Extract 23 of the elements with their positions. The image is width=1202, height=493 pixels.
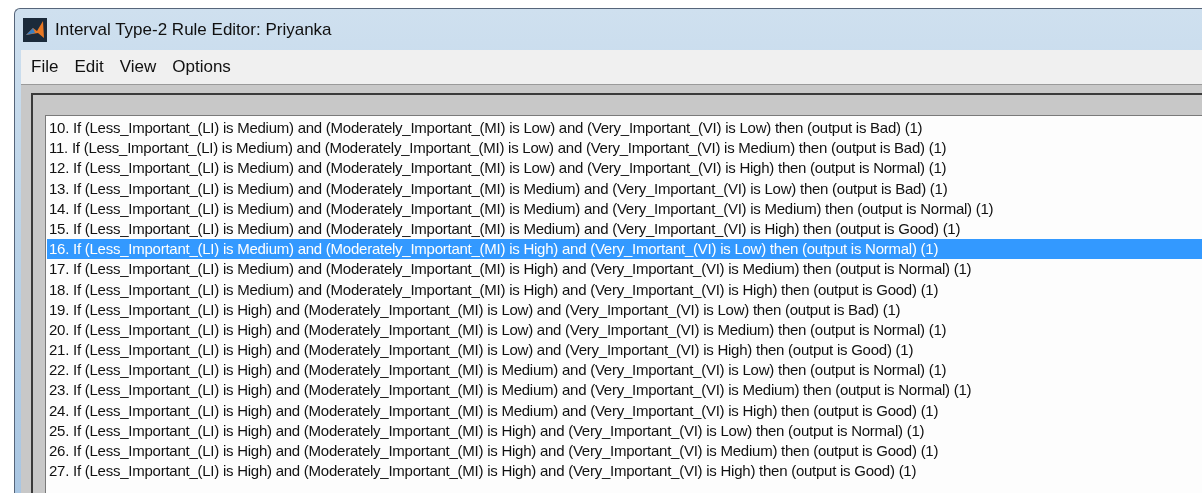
rule-item[interactable]: 24. If (Less_Important_(LI) is High) and (Moderately_Important_(MI) is Medium) and (Very_Important_(VI) is High) then (output is Good) (1) <box>47 400 1202 421</box>
rule-item[interactable]: 27. If (Less_Important_(LI) is High) and (Moderately_Important_(MI) is High) and (Very_Important_(VI) is High) then (output is Good) (1) <box>47 461 1202 482</box>
menu-item[interactable]: View <box>119 57 157 77</box>
menu-item[interactable]: Edit <box>74 57 104 77</box>
rule-item[interactable]: 26. If (Less_Important_(LI) is High) and (Moderately_Important_(MI) is High) and (Very_Important_(VI) is Medium) then (output is Good) (1) <box>47 441 1202 462</box>
rule-item[interactable]: 11. If (Less_Important_(LI) is Medium) and (Moderately_Important_(MI) is Low) and (Very_Important_(VI) is Medium) then (output is Bad) (1) <box>47 138 1202 159</box>
rule-item[interactable]: 15. If (Less_Important_(LI) is Medium) and (Moderately_Important_(MI) is Medium) and (Very_Important_(VI) is High) then (output is Good) (1) <box>47 218 1202 240</box>
rule-item[interactable]: 14. If (Less_Important_(LI) is Medium) and (Moderately_Important_(MI) is Medium) and (Very_Important_(VI) is Medium) then (output is Normal) (1) <box>47 198 1202 219</box>
menu-item[interactable]: Options <box>172 57 231 77</box>
rule-item[interactable]: 25. If (Less_Important_(LI) is High) and (Moderately_Important_(MI) is High) and (Very_Important_(VI) is Low) then (output is Normal) (1) <box>47 420 1202 441</box>
menu-item[interactable]: File <box>31 57 59 77</box>
rule-item[interactable]: 12. If (Less_Important_(LI) is Medium) and (Moderately_Important_(MI) is Low) and (Very_Important_(VI) is High) then (output is Normal) (1) <box>47 158 1202 179</box>
rule-item[interactable]: 19. If (Less_Important_(LI) is High) and (Moderately_Important_(MI) is Low) and (Very_Important_(VI) is Low) then (output is Bad) (1) <box>47 299 1202 320</box>
rule-item[interactable]: 21. If (Less_Important_(LI) is High) and (Moderately_Important_(MI) is Low) and (Very_Important_(VI) is High) then (output is Good) (1) <box>47 340 1202 361</box>
rule-item[interactable]: 17. If (Less_Important_(LI) is Medium) and (Moderately_Important_(MI) is High) and (Very_Important_(VI) is Medium) then (output is Normal) (1) <box>47 259 1202 280</box>
rule-item[interactable]: 23. If (Less_Important_(LI) is High) and (Moderately_Important_(MI) is Medium) and (Very_Important_(VI) is Medium) then (output is Normal) (1) <box>47 380 1202 401</box>
rule-item[interactable]: 13. If (Less_Important_(LI) is Medium) and (Moderately_Important_(MI) is Medium) and (Very_Important_(VI) is Low) then (output is Bad) (1) <box>47 178 1202 199</box>
rule-item[interactable]: 10. If (Less_Important_(LI) is Medium) and (Moderately_Important_(MI) is Low) and (Very_Important_(VI) is Low) then (output is Bad) (1) <box>47 118 1202 139</box>
rule-item[interactable]: 22. If (Less_Important_(LI) is High) and (Moderately_Important_(MI) is Medium) and (Very_Important_(VI) is Low) then (output is Normal) (1) <box>47 360 1202 381</box>
rule-item[interactable]: 20. If (Less_Important_(LI) is High) and (Moderately_Important_(MI) is Low) and (Very_Important_(VI) is Medium) then (output is Normal) (1) <box>47 319 1202 341</box>
rule-item[interactable]: 18. If (Less_Important_(LI) is Medium) and (Moderately_Important_(MI) is High) and (Very_Important_(VI) is High) then (output is Good) (1) <box>47 279 1202 300</box>
window-title: Interval Type-2 Rule Editor: Priyanka <box>55 19 332 40</box>
app-logo-icon <box>23 17 47 42</box>
